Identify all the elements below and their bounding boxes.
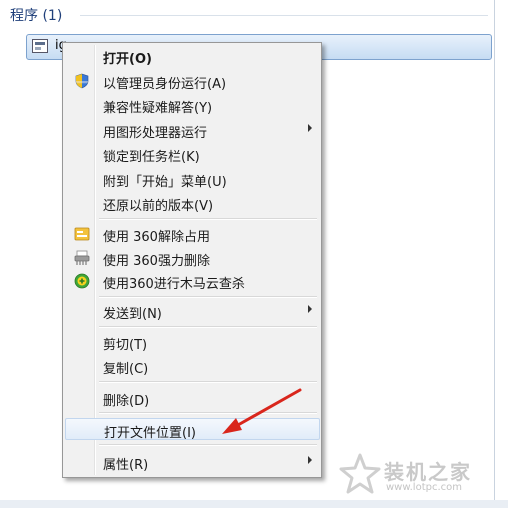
menu-item-delete[interactable]: 删除(D) (65, 387, 320, 409)
star-logo-icon (339, 453, 381, 494)
submenu-arrow-icon (308, 305, 312, 313)
menu-item-restore-versions[interactable]: 还原以前的版本(V) (65, 192, 320, 214)
menu-separator (99, 412, 317, 414)
panel-border (494, 0, 495, 508)
menu-item-label: 还原以前的版本(V) (103, 199, 214, 214)
menu-item-properties[interactable]: 属性(R) (65, 451, 320, 473)
submenu-arrow-icon (308, 456, 312, 464)
menu-item-label: 打开(O) (103, 52, 152, 67)
menu-item-label: 附到「开始」菜单(U) (103, 175, 227, 190)
menu-item-label: 锁定到任务栏(K) (103, 150, 200, 165)
menu-item-pin-taskbar[interactable]: 锁定到任务栏(K) (65, 143, 320, 165)
menu-separator (99, 381, 317, 383)
menu-item-label: 用图形处理器运行 (103, 126, 208, 141)
program-window-icon (32, 39, 48, 53)
menu-item-label: 使用 360解除占用 (103, 230, 210, 245)
watermark-title: 装机之家 (384, 460, 472, 484)
context-menu: 打开(O) 以管理员身份运行(A) 兼容性疑难解答(Y) 用图形处理器运行 锁定… (62, 42, 322, 478)
shield-icon (75, 73, 89, 89)
menu-item-open[interactable]: 打开(O) (65, 45, 320, 67)
menu-item-360-force-delete[interactable]: 使用 360强力删除 (65, 247, 320, 269)
unlock-360-icon (74, 227, 90, 241)
watermark-url: www.lotpc.com (386, 482, 462, 493)
panel-bottom-strip (0, 500, 508, 508)
menu-separator (99, 326, 317, 328)
group-divider (80, 15, 488, 16)
menu-item-label: 使用360进行木马云查杀 (103, 277, 245, 292)
menu-item-label: 发送到(N) (103, 307, 162, 322)
menu-item-label: 删除(D) (103, 394, 150, 409)
menu-item-360-trojan-scan[interactable]: 使用360进行木马云查杀 (65, 270, 320, 292)
menu-separator (99, 296, 317, 298)
menu-item-360-unlock[interactable]: 使用 360解除占用 (65, 223, 320, 245)
submenu-arrow-icon (308, 124, 312, 132)
watermark: 装机之家 www.lotpc.com (336, 450, 496, 500)
menu-item-run-with-gpu[interactable]: 用图形处理器运行 (65, 119, 320, 141)
menu-item-cut[interactable]: 剪切(T) (65, 331, 320, 353)
menu-item-label: 剪切(T) (103, 338, 148, 353)
menu-separator (99, 218, 317, 220)
menu-item-label: 属性(R) (103, 458, 149, 473)
menu-item-copy[interactable]: 复制(C) (65, 355, 320, 377)
scan-360-icon (74, 273, 90, 289)
menu-item-run-as-admin[interactable]: 以管理员身份运行(A) (65, 70, 320, 92)
program-group-header[interactable]: 程序 (1) (10, 5, 62, 25)
menu-item-label: 使用 360强力删除 (103, 254, 210, 269)
menu-item-label: 兼容性疑难解答(Y) (103, 101, 213, 116)
menu-separator (99, 444, 317, 446)
menu-item-pin-start[interactable]: 附到「开始」菜单(U) (65, 168, 320, 190)
menu-item-label: 以管理员身份运行(A) (103, 77, 227, 92)
menu-item-compat-troubleshoot[interactable]: 兼容性疑难解答(Y) (65, 94, 320, 116)
menu-item-send-to[interactable]: 发送到(N) (65, 300, 320, 322)
menu-item-label: 复制(C) (103, 362, 149, 377)
menu-item-open-file-location[interactable]: 打开文件位置(I) (65, 418, 320, 441)
shredder-360-icon (74, 250, 90, 265)
start-menu-search-results: 程序 (1) ig 打开(O) 以管理员身份运行(A) 兼容性疑难解答(Y) 用… (0, 0, 508, 508)
menu-item-label: 打开文件位置(I) (104, 426, 196, 441)
